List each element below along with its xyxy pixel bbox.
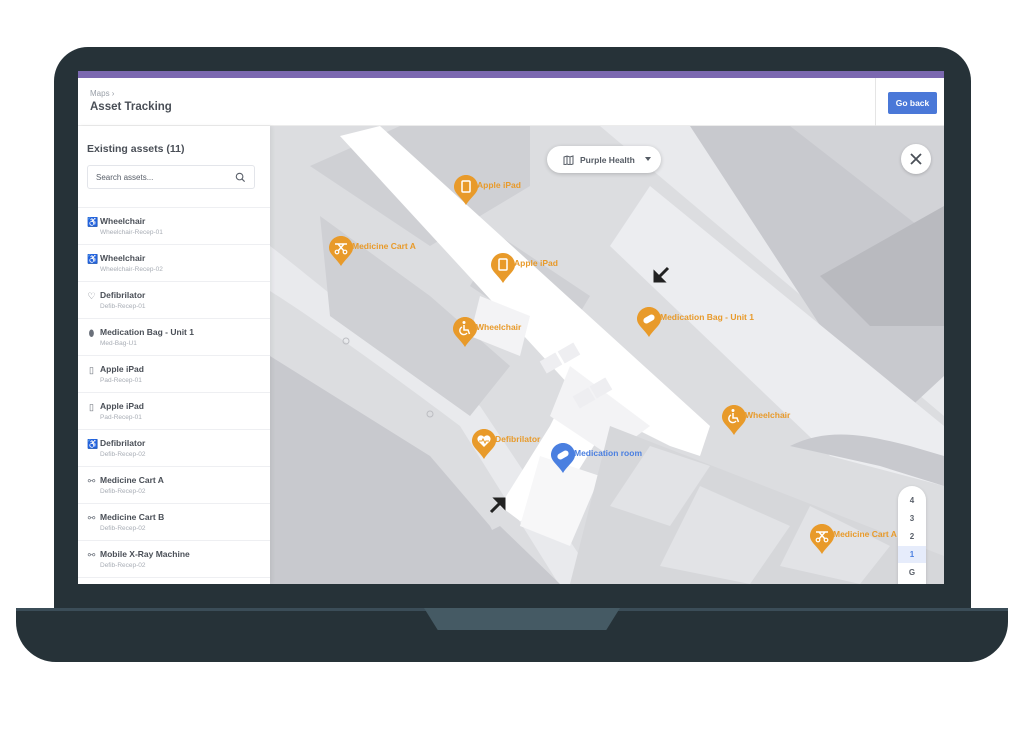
close-icon [910, 153, 922, 165]
pill-icon [637, 307, 661, 337]
pill-icon [551, 443, 575, 473]
map-floorplan [270, 126, 944, 584]
asset-id: Wheelchair-Recep-02 [100, 266, 163, 273]
pin-label: Wheelchair [745, 410, 791, 420]
cart-icon: ⚯ [87, 476, 96, 486]
floor-button-4[interactable]: 4 [898, 492, 926, 509]
chevron-down-icon [645, 157, 651, 161]
pin-label: Medicine Cart A [352, 241, 416, 251]
map-pin-medicine-cart-a[interactable]: Medicine Cart A [809, 523, 897, 555]
map-icon [563, 154, 574, 165]
heart-pulse-icon: ♡ [87, 291, 96, 301]
asset-name: Medication Bag - Unit 1 [100, 327, 194, 337]
header-divider [875, 78, 876, 126]
pin-label: Medication room [574, 448, 643, 458]
accent-bar [78, 71, 944, 78]
list-item[interactable]: ♿ Wheelchair Wheelchair-Recep-01 [78, 207, 270, 244]
venue-name: Purple Health [580, 154, 635, 165]
entrance-arrow-icon [653, 266, 670, 283]
tablet-icon [454, 175, 478, 205]
list-item[interactable]: ⚯ Medicine Cart B Defib-Recep-02 [78, 503, 270, 540]
asset-id: Pad-Recep-01 [100, 377, 142, 384]
tablet-icon: ▯ [89, 365, 94, 375]
page-title: Asset Tracking [90, 101, 172, 113]
cart-icon [329, 236, 353, 266]
map-pin-wheelchair[interactable]: Wheelchair [452, 316, 521, 348]
pin-label: Apple iPad [477, 180, 521, 190]
pill-icon: ⬮ [88, 328, 95, 338]
floor-button-2[interactable]: 2 [898, 528, 926, 545]
list-item[interactable]: ♡ Defibrilator Defib-Recep-01 [78, 281, 270, 318]
venue-selector[interactable]: Purple Health [547, 146, 661, 173]
app-screen: Maps › Asset Tracking Go back Existing a… [78, 71, 944, 584]
cart-icon: ⚯ [87, 550, 96, 560]
floor-button-3[interactable]: 3 [898, 510, 926, 527]
list-item[interactable]: ⬮ Medication Bag - Unit 1 Med-Bag-U1 [78, 318, 270, 355]
pin-label: Defibrilator [495, 434, 541, 444]
list-item[interactable]: ▯ Apple iPad Pad-Recep-01 [78, 355, 270, 392]
map-pin-wheelchair[interactable]: Wheelchair [721, 404, 790, 436]
pin-label: Wheelchair [476, 322, 522, 332]
asset-name: Apple iPad [100, 401, 144, 411]
map-pin-apple-ipad[interactable]: Apple iPad [490, 252, 558, 284]
asset-id: Defib-Recep-02 [100, 562, 146, 569]
wheelchair-icon: ♿ [87, 439, 99, 449]
floor-map[interactable]: Apple iPad Medicine Cart A Apple iPad Wh… [270, 126, 944, 584]
cart-icon [810, 524, 834, 554]
asset-id: Med-Bag-U1 [100, 340, 137, 347]
list-item[interactable]: ♿ Wheelchair Wheelchair-Recep-02 [78, 244, 270, 281]
laptop-mockup: Maps › Asset Tracking Go back Existing a… [0, 0, 1024, 736]
wheelchair-icon: ♿ [87, 254, 99, 264]
map-pin-medication-room[interactable]: Medication room [550, 442, 642, 474]
list-item[interactable]: ⚯ Mobile X-Ray Machine Defib-Recep-02 [78, 540, 270, 577]
floor-button-g[interactable]: G [898, 564, 926, 581]
asset-id: Defib-Recep-02 [100, 525, 146, 532]
asset-name: Medicine Cart B [100, 512, 165, 522]
asset-id: Wheelchair-Recep-01 [100, 229, 163, 236]
asset-id: Defib-Recep-02 [100, 488, 146, 495]
wheelchair-icon: ♿ [87, 217, 99, 227]
asset-name: Mobile X-Ray Machine [100, 549, 190, 559]
list-item[interactable]: ♿ Defibrilator Defib-Recep-02 [78, 429, 270, 466]
search-input[interactable] [96, 172, 236, 182]
go-back-button[interactable]: Go back [888, 92, 937, 114]
tablet-icon: ▯ [89, 402, 94, 412]
search-box[interactable] [87, 165, 255, 189]
asset-list: ♿ Wheelchair Wheelchair-Recep-01 ♿ Wheelcha… [78, 207, 270, 584]
asset-name: Medicine Cart A [100, 475, 164, 485]
asset-id: Defib-Recep-02 [100, 451, 146, 458]
map-pin-medicine-cart-a[interactable]: Medicine Cart A [328, 235, 416, 267]
asset-id: Defib-Recep-01 [100, 303, 146, 310]
asset-name: Wheelchair [100, 253, 146, 263]
floor-button-1[interactable]: 1 [898, 546, 926, 563]
tablet-icon [491, 253, 515, 283]
asset-name: Defibrilator [100, 438, 146, 448]
cart-icon: ⚯ [87, 513, 96, 523]
list-item[interactable]: ▯ Apple iPad Pad-Recep-01 [78, 392, 270, 429]
page-header: Maps › Asset Tracking Go back [78, 78, 944, 126]
map-pin-medication-bag[interactable]: Medication Bag - Unit 1 [636, 306, 754, 338]
wheelchair-icon [453, 317, 477, 347]
map-pin-apple-ipad[interactable]: Apple iPad [453, 174, 521, 206]
entrance-arrow-icon [489, 497, 506, 514]
breadcrumb[interactable]: Maps › [90, 89, 114, 98]
assets-sidebar: Existing assets (11) ♿WheelchairWheelcha… [78, 126, 270, 584]
pin-label: Apple iPad [514, 258, 558, 268]
close-button[interactable] [901, 144, 931, 174]
asset-name: Wheelchair [100, 216, 146, 226]
list-item[interactable]: ⚯ Medicine Cart A Defib-Recep-02 [78, 466, 270, 503]
wheelchair-icon [722, 405, 746, 435]
map-pin-defibrilator[interactable]: Defibrilator [471, 428, 540, 460]
search-icon[interactable] [235, 172, 246, 183]
list-item[interactable] [78, 577, 270, 584]
asset-name: Apple iPad [100, 364, 144, 374]
asset-id: Pad-Recep-01 [100, 414, 142, 421]
assets-title: Existing assets (11) [87, 143, 185, 155]
floor-selector: 4 3 2 1 G [898, 486, 926, 584]
pin-label: Medicine Cart A [833, 529, 897, 539]
heart-pulse-icon [472, 429, 496, 459]
laptop-notch [424, 608, 620, 630]
asset-name: Defibrilator [100, 290, 146, 300]
pin-label: Medication Bag - Unit 1 [660, 312, 754, 322]
